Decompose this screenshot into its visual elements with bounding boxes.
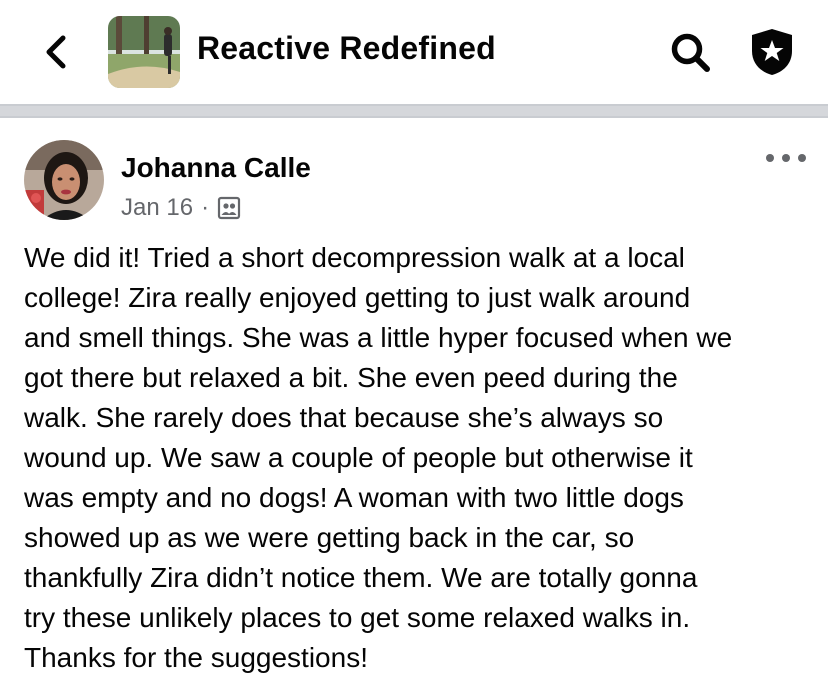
meta-separator: ·	[201, 194, 210, 221]
post-text-line: thankfully Zira didn’t notice them. We a…	[24, 562, 698, 593]
post-date[interactable]: Jan 16	[121, 194, 193, 222]
back-button[interactable]	[36, 30, 76, 74]
post-card: Johanna Calle Jan 16 · We did it! Tried …	[0, 118, 828, 696]
search-button[interactable]	[668, 30, 714, 76]
group-cover-thumbnail[interactable]	[108, 16, 180, 88]
section-divider	[0, 104, 828, 118]
shield-star-icon	[752, 29, 792, 75]
more-options-dot	[798, 154, 806, 162]
search-icon	[671, 33, 710, 72]
avatar[interactable]	[24, 140, 104, 220]
post-text-line: and smell things. She was a little hyper…	[24, 322, 733, 353]
members-group-icon	[217, 196, 241, 220]
post-text-line: We did it! Tried a short decompression w…	[24, 242, 685, 273]
group-header: Reactive Redefined	[0, 0, 828, 104]
post-text-line: was empty and no dogs! A woman with two …	[24, 482, 684, 513]
post-text-line: got there but relaxed a bit. She even pe…	[24, 362, 678, 393]
chevron-left-icon	[46, 35, 66, 69]
post-meta: Jan 16 ·	[121, 194, 241, 222]
post-text-line: college! Zira really enjoyed getting to …	[24, 282, 691, 313]
more-options-icon	[766, 154, 774, 162]
post-text-line: walk. She rarely does that because she’s…	[24, 402, 664, 433]
group-cover-image	[108, 16, 180, 88]
author-photo	[24, 140, 104, 220]
post-body: We did it! Tried a short decompression w…	[24, 238, 814, 678]
post-text-line: try these unlikely places to get some re…	[24, 602, 691, 633]
group-title[interactable]: Reactive Redefined	[197, 30, 496, 67]
post-text-line: Thanks for the suggestions!	[24, 642, 368, 673]
post-text-line: showed up as we were getting back in the…	[24, 522, 635, 553]
admin-tools-button[interactable]	[748, 26, 796, 78]
more-options-button[interactable]	[766, 146, 806, 170]
post-author-name[interactable]: Johanna Calle	[121, 152, 311, 184]
more-options-dot	[782, 154, 790, 162]
post-text-line: wound up. We saw a couple of people but …	[24, 442, 693, 473]
